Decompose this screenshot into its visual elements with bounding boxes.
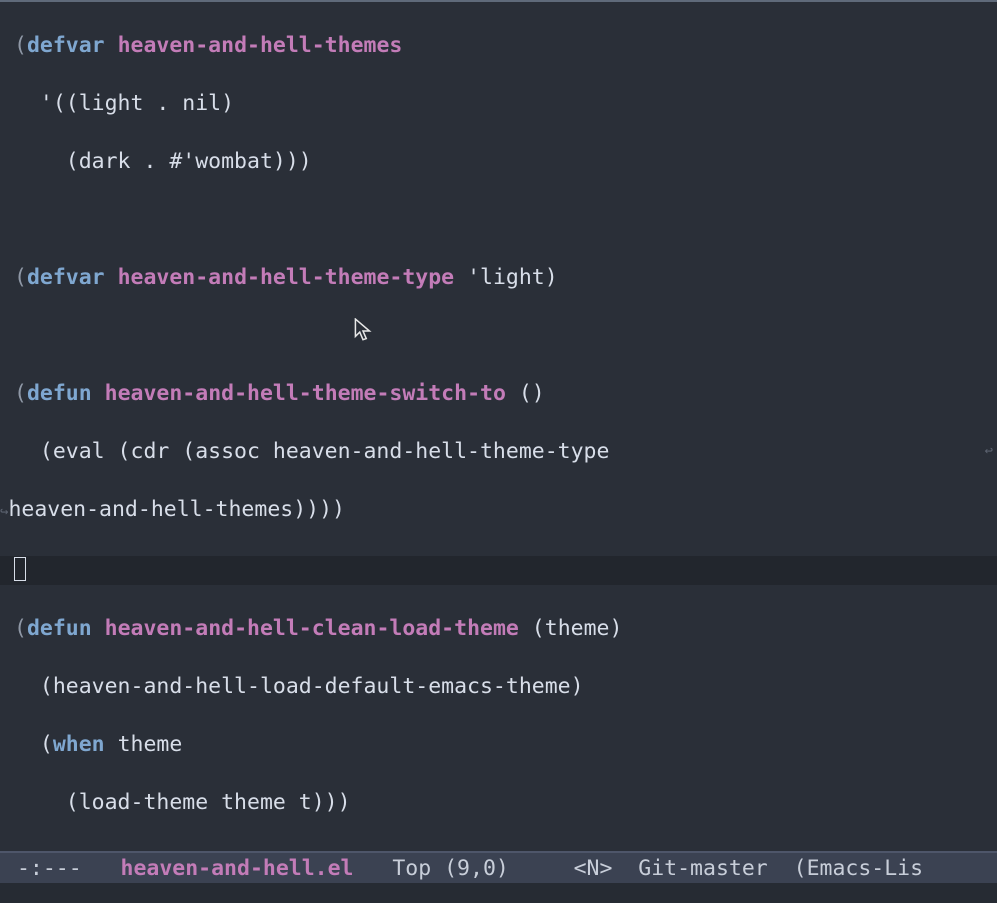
emacs-window[interactable]: (defvar heaven-and-hell-themes '((light … [0,0,997,903]
var-name: heaven-and-hell-themes [118,33,403,58]
keyword-when: when [53,732,105,757]
wrap-indicator-icon: ↩ [985,437,993,466]
paren: ( [14,33,27,58]
mode-line-modes: (Emacs-Lis [768,854,923,883]
keyword-defun: defun [27,616,92,641]
keyword-defun: defun [27,381,92,406]
mode-line-modified: -:--- [4,854,95,883]
current-line [0,556,997,585]
var-name: heaven-and-hell-theme-type [118,265,455,290]
mode-line-vc: <N> Git-master [509,854,768,883]
keyword-defvar: defvar [27,265,105,290]
keyword-defvar: defvar [27,33,105,58]
code-buffer[interactable]: (defvar heaven-and-hell-themes '((light … [0,2,997,851]
minibuffer[interactable] [0,883,997,903]
text-cursor [14,557,26,581]
mode-line-position: Top (9,0) [354,854,509,883]
mode-line-buffer-name[interactable]: heaven-and-hell.el [95,854,354,883]
func-name: heaven-and-hell-clean-load-theme [105,616,519,641]
mode-line[interactable]: -:--- heaven-and-hell.el Top (9,0) <N> G… [0,851,997,883]
func-name: heaven-and-hell-theme-switch-to [105,381,506,406]
